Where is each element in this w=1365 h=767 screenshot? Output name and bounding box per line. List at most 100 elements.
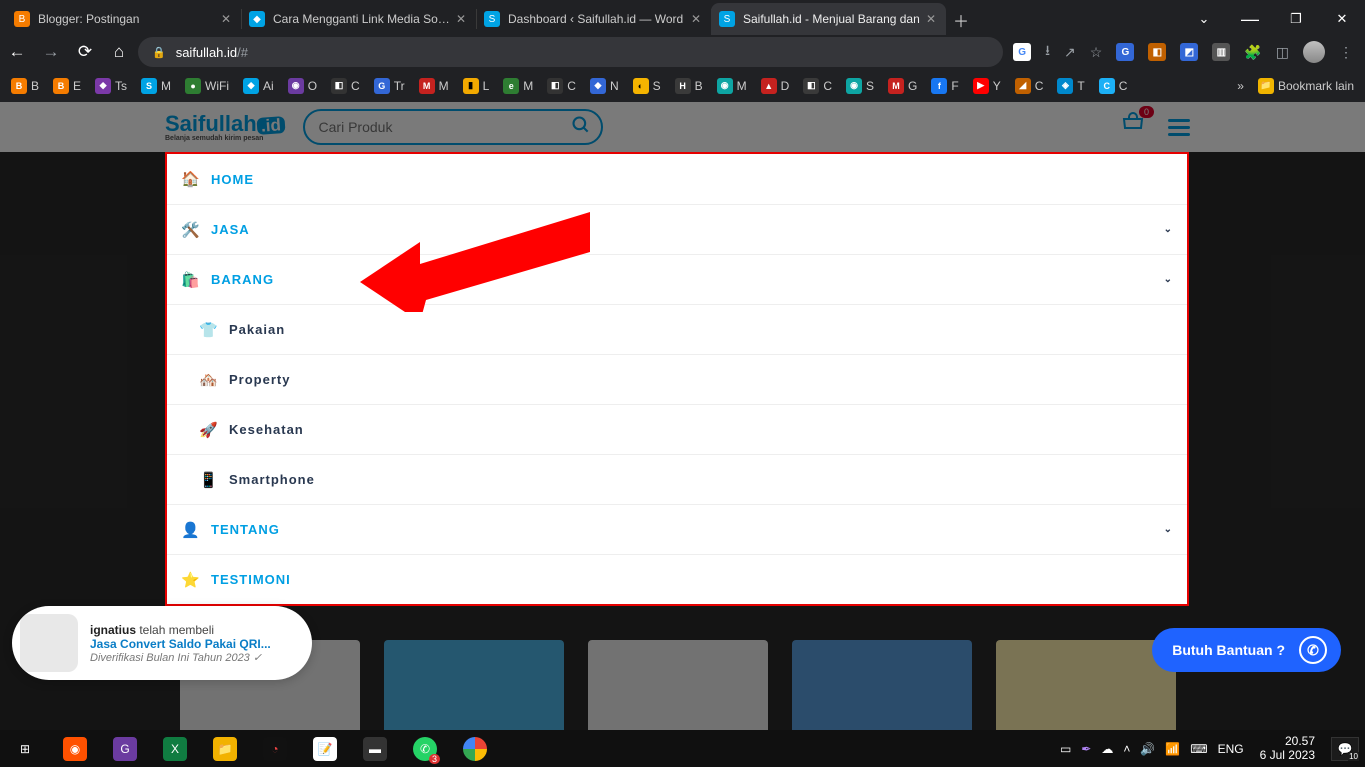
kebab-menu-icon[interactable]: ⋮	[1339, 44, 1353, 61]
forward-button[interactable]: →	[36, 37, 66, 67]
bookmark[interactable]: SM	[136, 73, 176, 99]
taskbar-app[interactable]: 📁	[200, 730, 250, 767]
share-icon[interactable]: ↗	[1064, 44, 1076, 61]
tab-title: Cara Mengganti Link Media Sosia	[273, 12, 450, 26]
bookmark[interactable]: ◧C	[542, 73, 581, 99]
google-icon[interactable]: G	[1013, 43, 1031, 61]
nav-tentang[interactable]: 👤TENTANG⌄	[167, 504, 1187, 554]
back-button[interactable]: ←	[2, 37, 32, 67]
notif-count: 10	[1348, 752, 1359, 761]
maximize-button[interactable]: ❐	[1273, 3, 1319, 35]
star-icon[interactable]: ☆	[1090, 44, 1103, 61]
tray-icon[interactable]: ▭	[1060, 742, 1071, 756]
chevron-down-icon[interactable]: ⌄	[1181, 3, 1227, 35]
ext-translate-icon[interactable]: G	[1116, 43, 1134, 61]
close-window-button[interactable]: ✕	[1319, 3, 1365, 35]
bookmark[interactable]: ◧C	[798, 73, 837, 99]
start-button[interactable]: ⊞	[0, 730, 50, 767]
close-icon[interactable]: ✕	[456, 12, 468, 26]
support-button[interactable]: Butuh Bantuan ? ✆	[1152, 628, 1341, 672]
bookmark[interactable]: MG	[883, 73, 922, 99]
webpage: Saifullah.id Belanja semudah kirim pesan…	[0, 102, 1365, 730]
shirt-icon: 👕	[199, 321, 219, 339]
bookmark[interactable]: ◆N	[585, 73, 624, 99]
bookmark-overflow[interactable]: »	[1232, 73, 1249, 99]
new-tab-button[interactable]: ＋	[946, 5, 976, 35]
taskbar-app[interactable]: ✆3	[400, 730, 450, 767]
bookmark[interactable]: MM	[414, 73, 454, 99]
bookmark[interactable]: ◉M	[712, 73, 752, 99]
bookmark[interactable]: ◐S	[628, 73, 666, 99]
bookmark[interactable]: eM	[498, 73, 538, 99]
tab-blogger[interactable]: BBlogger: Postingan✕	[6, 3, 241, 35]
bookmark[interactable]: ◆Ts	[90, 73, 132, 99]
taskbar-app[interactable]: ▬	[350, 730, 400, 767]
taskbar-app[interactable]: ◉	[50, 730, 100, 767]
taskbar-app[interactable]: 📝	[300, 730, 350, 767]
extensions-icon[interactable]: 🧩	[1244, 44, 1261, 61]
browser-chrome: BBlogger: Postingan✕ ◆Cara Mengganti Lin…	[0, 0, 1365, 102]
ext-icon[interactable]: ◩	[1180, 43, 1198, 61]
nav-label: BARANG	[211, 272, 274, 287]
nav-jasa[interactable]: 🛠️JASA⌄	[167, 204, 1187, 254]
bookmark[interactable]: CC	[1094, 73, 1133, 99]
home-button[interactable]: ⌂	[104, 37, 134, 67]
taskbar-app[interactable]: G	[100, 730, 150, 767]
tray-icon[interactable]: ✒	[1081, 742, 1091, 756]
minimize-button[interactable]: —	[1227, 3, 1273, 35]
close-icon[interactable]: ✕	[691, 12, 703, 26]
ext-icon[interactable]: ▥	[1212, 43, 1230, 61]
tab-title: Dashboard ‹ Saifullah.id — Word	[508, 12, 685, 26]
nav-testimoni[interactable]: ⭐TESTIMONI	[167, 554, 1187, 604]
tab-saifullah[interactable]: SSaifullah.id - Menjual Barang dan✕	[711, 3, 946, 35]
bookmark[interactable]: ▶Y	[968, 73, 1006, 99]
bookmark[interactable]: ◉S	[841, 73, 879, 99]
bookmark[interactable]: HB	[670, 73, 708, 99]
nav-home[interactable]: 🏠HOME	[167, 154, 1187, 204]
bookmark[interactable]: ◉O	[283, 73, 322, 99]
nav-label: TENTANG	[211, 522, 280, 537]
bookmark[interactable]: ◢C	[1010, 73, 1049, 99]
url-input[interactable]: 🔒 saifullah.id/#	[138, 37, 1003, 67]
taskbar-app[interactable]: X	[150, 730, 200, 767]
rocket-icon: 🚀	[199, 421, 219, 439]
volume-icon[interactable]: 🔊	[1140, 742, 1155, 756]
taskbar-app[interactable]	[450, 730, 500, 767]
nav-sub-pakaian[interactable]: 👕Pakaian	[167, 304, 1187, 354]
close-icon[interactable]: ✕	[926, 12, 938, 26]
bookmark[interactable]: ◈T	[1052, 73, 1089, 99]
wifi-icon[interactable]: 📶	[1165, 742, 1180, 756]
bookmark[interactable]: GTr	[369, 73, 410, 99]
nav-barang[interactable]: 🛍️BARANG⌄	[167, 254, 1187, 304]
reload-button[interactable]: ⟳	[70, 37, 100, 67]
tab-dashboard[interactable]: SDashboard ‹ Saifullah.id — Word✕	[476, 3, 711, 35]
purchase-toast[interactable]: ignatius telah membeli Jasa Convert Sald…	[12, 606, 312, 680]
nav-sub-kesehatan[interactable]: 🚀Kesehatan	[167, 404, 1187, 454]
clock[interactable]: 20.57 6 Jul 2023	[1254, 735, 1321, 763]
tab-cara[interactable]: ◆Cara Mengganti Link Media Sosia✕	[241, 3, 476, 35]
sidepanel-icon[interactable]: ◫	[1276, 44, 1289, 61]
notification-center[interactable]: 💬10	[1331, 737, 1359, 761]
ext-icon[interactable]: ◧	[1148, 43, 1166, 61]
nav-sub-smartphone[interactable]: 📱Smartphone	[167, 454, 1187, 504]
nav-sub-property[interactable]: 🏘️Property	[167, 354, 1187, 404]
taskbar-app[interactable]: ◔	[250, 730, 300, 767]
bookmark[interactable]: ▲D	[756, 73, 795, 99]
tray-icon[interactable]: ☁	[1101, 742, 1113, 756]
bookmark[interactable]: BB	[6, 73, 44, 99]
close-icon[interactable]: ✕	[221, 12, 233, 26]
tray-chevron-icon[interactable]: ˄	[1123, 742, 1130, 756]
bookmark[interactable]: BE	[48, 73, 86, 99]
install-icon[interactable]: ⭳	[1045, 40, 1050, 64]
other-bookmarks-folder[interactable]: 📁Bookmark lain	[1253, 73, 1359, 99]
favicon: B	[14, 11, 30, 27]
nav-label: Smartphone	[229, 472, 315, 487]
bookmark[interactable]: ●WiFi	[180, 73, 234, 99]
bookmark[interactable]: ▮L	[458, 73, 495, 99]
bookmark[interactable]: ◆Ai	[238, 73, 279, 99]
bookmark[interactable]: fF	[926, 73, 963, 99]
profile-avatar[interactable]	[1303, 41, 1325, 63]
language-indicator[interactable]: ENG	[1218, 742, 1244, 756]
keyboard-icon[interactable]: ⌨	[1190, 742, 1207, 756]
bookmark[interactable]: ◧C	[326, 73, 365, 99]
